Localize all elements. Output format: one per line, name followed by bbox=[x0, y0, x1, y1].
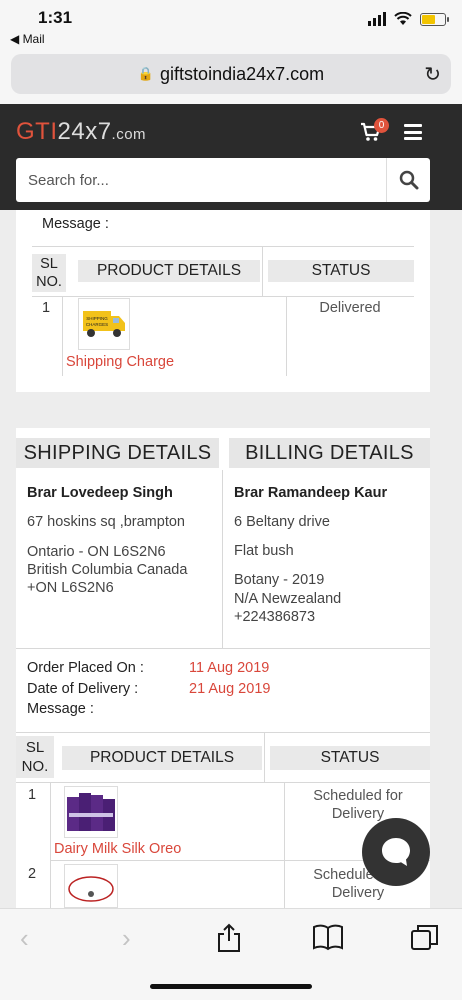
cart-button[interactable]: 0 bbox=[360, 118, 389, 146]
back-icon[interactable]: ‹ bbox=[20, 923, 29, 954]
search-button[interactable] bbox=[386, 158, 430, 202]
row-sl: 1 bbox=[42, 300, 51, 316]
chat-button[interactable] bbox=[362, 818, 430, 886]
product-link[interactable]: Dairy Milk Silk Oreo bbox=[54, 841, 181, 857]
ios-status-area: 1:31 ◀ Mail 🔒 giftstoindia24x7.com ↻ bbox=[0, 0, 462, 104]
tabs-icon[interactable] bbox=[410, 923, 440, 958]
search-bar bbox=[16, 158, 430, 202]
status-icons bbox=[368, 12, 449, 26]
billing-line-3: Botany - 2019 bbox=[234, 572, 325, 588]
product-thumbnail[interactable] bbox=[64, 786, 118, 838]
battery-icon bbox=[420, 12, 449, 26]
delivery-date-value: 21 Aug 2019 bbox=[189, 681, 271, 697]
bookmarks-icon[interactable] bbox=[312, 923, 344, 958]
shipping-line-3: British Columbia Canada bbox=[27, 562, 188, 578]
svg-text:CHARGES: CHARGES bbox=[86, 322, 108, 327]
rakhi-image bbox=[68, 876, 114, 902]
search-input[interactable] bbox=[16, 158, 386, 202]
billing-line-4: N/A Newzealand bbox=[234, 591, 342, 607]
billing-line-2: Flat bush bbox=[234, 543, 294, 559]
billing-line-5: +224386873 bbox=[234, 609, 316, 625]
status-header: STATUS bbox=[268, 260, 414, 282]
product-thumbnail[interactable]: SHIPPING CHARGES bbox=[78, 298, 130, 350]
reload-icon[interactable]: ↻ bbox=[424, 62, 441, 87]
shipping-details-heading: SHIPPING DETAILS bbox=[16, 438, 219, 468]
billing-line-1: 6 Beltany drive bbox=[234, 514, 330, 530]
order-placed-value: 11 Aug 2019 bbox=[189, 660, 270, 676]
order-placed-label: Order Placed On : bbox=[27, 660, 144, 676]
status-text: Delivered bbox=[319, 300, 381, 316]
cart-count-badge: 0 bbox=[374, 118, 389, 133]
message-label: Message : bbox=[42, 216, 109, 232]
shipping-line-1: 67 hoskins sq ,brampton bbox=[27, 514, 185, 530]
svg-text:SHIPPING: SHIPPING bbox=[86, 316, 108, 321]
delivery-date-label: Date of Delivery : bbox=[27, 681, 139, 697]
chat-icon bbox=[382, 838, 410, 866]
sl-no-header: SL NO. bbox=[16, 736, 54, 778]
forward-icon[interactable]: › bbox=[122, 923, 131, 954]
hamburger-menu-icon[interactable] bbox=[404, 124, 422, 140]
shipping-line-2: Ontario - ON L6S2N6 bbox=[27, 544, 166, 560]
truck-icon: SHIPPING CHARGES bbox=[83, 311, 125, 337]
status-header: STATUS bbox=[270, 746, 430, 770]
product-details-header: PRODUCT DETAILS bbox=[62, 746, 262, 770]
shipping-line-4: +ON L6S2N6 bbox=[27, 580, 114, 596]
home-indicator bbox=[150, 984, 312, 989]
order-card-previous: Message : SL NO. PRODUCT DETAILS STATUS … bbox=[16, 210, 430, 392]
address-bar[interactable]: 🔒 giftstoindia24x7.com ↻ bbox=[11, 54, 451, 94]
site-header: GTI24x7.com 0 bbox=[0, 104, 462, 210]
billing-name: Brar Ramandeep Kaur bbox=[234, 485, 388, 501]
wifi-icon bbox=[394, 12, 412, 25]
status-time: 1:31 bbox=[38, 8, 73, 27]
lock-icon: 🔒 bbox=[137, 66, 155, 81]
signal-icon bbox=[368, 12, 386, 26]
site-logo[interactable]: GTI24x7.com bbox=[16, 118, 146, 146]
row-sl: 1 bbox=[28, 787, 37, 803]
url-text: giftstoindia24x7.com bbox=[160, 63, 325, 84]
search-icon bbox=[399, 170, 418, 190]
back-to-mail-link[interactable]: ◀ Mail bbox=[10, 32, 45, 46]
product-details-header: PRODUCT DETAILS bbox=[78, 260, 260, 282]
share-icon[interactable] bbox=[216, 923, 242, 960]
message-label: Message : bbox=[27, 701, 94, 717]
product-link[interactable]: Shipping Charge bbox=[66, 354, 174, 370]
shipping-name: Brar Lovedeep Singh bbox=[27, 485, 173, 501]
product-thumbnail[interactable] bbox=[64, 864, 118, 908]
billing-details-heading: BILLING DETAILS bbox=[229, 438, 430, 468]
chocolate-bars-image bbox=[67, 793, 115, 831]
row-sl: 2 bbox=[28, 866, 37, 882]
sl-no-header: SL NO. bbox=[32, 254, 66, 292]
